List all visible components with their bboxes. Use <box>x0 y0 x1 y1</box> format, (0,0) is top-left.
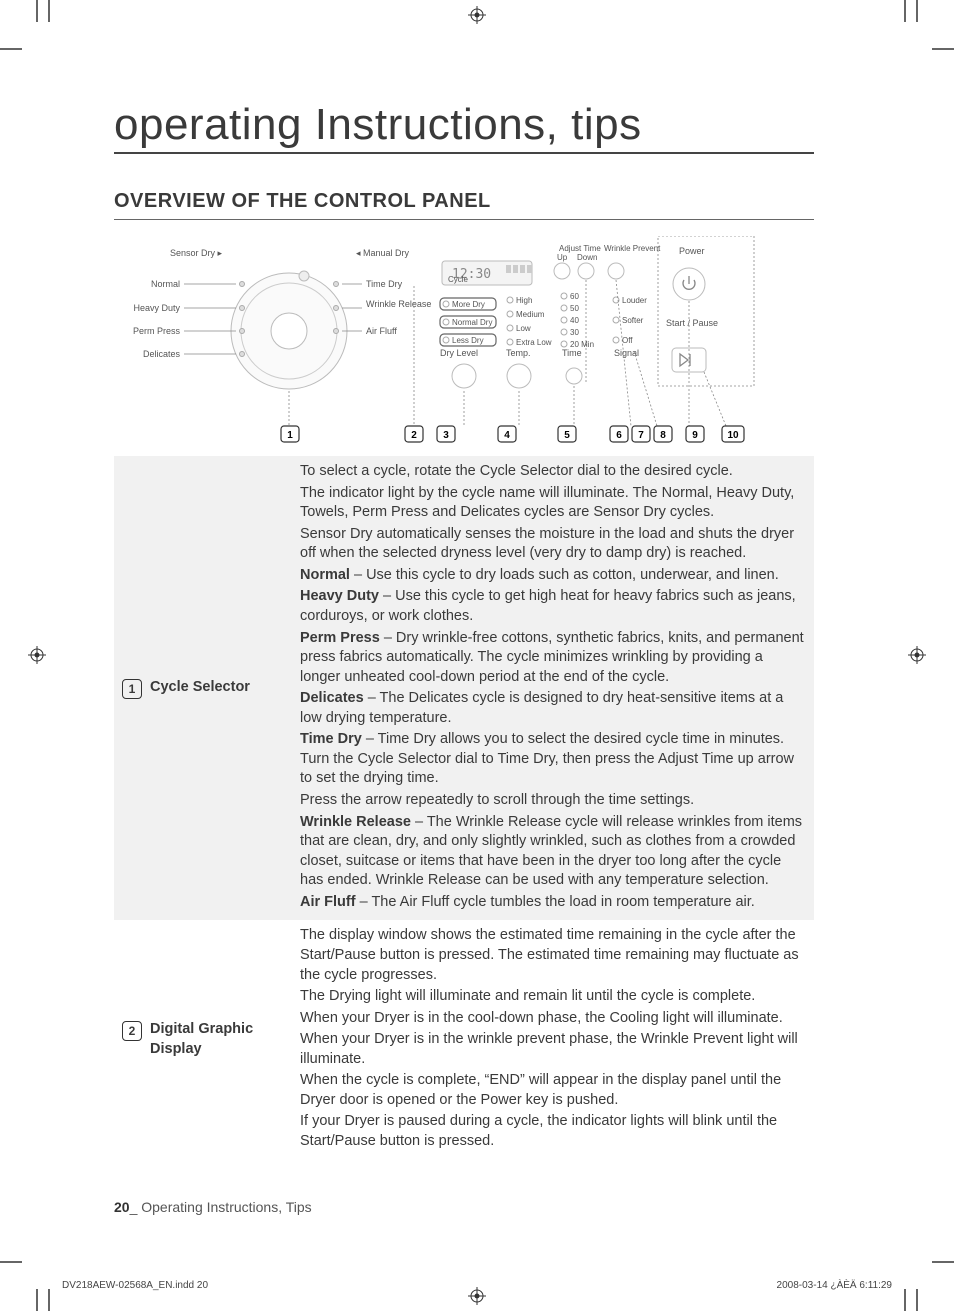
svg-text:9: 9 <box>692 430 698 441</box>
svg-text:30: 30 <box>570 328 579 337</box>
svg-text:50: 50 <box>570 304 579 313</box>
svg-text:Softer: Softer <box>622 316 644 325</box>
svg-text:Off: Off <box>622 336 633 345</box>
svg-text:High: High <box>516 296 532 305</box>
registration-mark-icon <box>28 646 46 664</box>
table-row: 1 Cycle Selector To select a cycle, rotate… <box>114 456 814 920</box>
svg-text:3: 3 <box>443 430 449 441</box>
row-description: To select a cycle, rotate the Cycle Sele… <box>292 456 814 920</box>
svg-text:1: 1 <box>287 430 293 441</box>
svg-text:Sensor Dry ▸: Sensor Dry ▸ <box>170 248 223 258</box>
svg-text:Air Fluff: Air Fluff <box>366 326 397 336</box>
row-description: The display window shows the estimated t… <box>292 920 814 1159</box>
row-label: Cycle Selector <box>150 678 250 698</box>
svg-text:Down: Down <box>577 253 597 262</box>
page-footer: 20_ Operating Instructions, Tips <box>114 1199 312 1215</box>
section-heading: OVERVIEW OF THE CONTROL PANEL <box>114 190 814 220</box>
svg-text:Wrinkle Release: Wrinkle Release <box>366 299 431 309</box>
registration-mark-icon <box>908 646 926 664</box>
svg-text:Dry Level: Dry Level <box>440 348 478 358</box>
svg-text:More Dry: More Dry <box>452 300 485 309</box>
svg-text:Heavy Duty: Heavy Duty <box>133 303 180 313</box>
svg-text:6: 6 <box>616 430 622 441</box>
page-title: operating Instructions, tips <box>114 100 814 154</box>
svg-text:Louder: Louder <box>622 296 647 305</box>
svg-text:Adjust Time: Adjust Time <box>559 244 601 253</box>
diagram-callouts: 1 2 3 4 5 6 7 8 9 10 <box>281 426 744 442</box>
svg-text:40: 40 <box>570 316 579 325</box>
svg-text:Power: Power <box>679 246 705 256</box>
svg-text:Up: Up <box>557 253 568 262</box>
svg-text:7: 7 <box>638 430 644 441</box>
description-table: 1 Cycle Selector To select a cycle, rotate… <box>114 456 814 1160</box>
svg-text:10: 10 <box>727 430 739 441</box>
control-panel-diagram: Sensor Dry ▸ ◂ Manual Dry Normal Heavy D… <box>114 236 814 446</box>
svg-text:Cycle: Cycle <box>448 275 469 284</box>
row-label: Digital Graphic Display <box>150 1020 284 1059</box>
print-metadata: DV218AEW-02568A_EN.indd 20 2008-03-14 ¿À… <box>62 1280 892 1291</box>
row-number: 1 <box>122 679 142 699</box>
svg-text:5: 5 <box>564 430 570 441</box>
svg-text:Less Dry: Less Dry <box>452 336 484 345</box>
svg-text:Perm Press: Perm Press <box>133 326 181 336</box>
svg-text:Time: Time <box>562 348 582 358</box>
svg-text:Low: Low <box>516 324 531 333</box>
svg-text:Delicates: Delicates <box>143 349 181 359</box>
svg-text:4: 4 <box>504 430 510 441</box>
svg-text:Medium: Medium <box>516 310 545 319</box>
svg-text:60: 60 <box>570 292 579 301</box>
svg-text:Temp.: Temp. <box>506 348 531 358</box>
svg-text:Normal Dry: Normal Dry <box>452 318 492 327</box>
svg-text:Wrinkle Prevent: Wrinkle Prevent <box>604 244 661 253</box>
svg-text:Normal: Normal <box>151 279 180 289</box>
row-number: 2 <box>122 1021 142 1041</box>
svg-text:8: 8 <box>660 430 666 441</box>
svg-text:Start / Pause: Start / Pause <box>666 318 718 328</box>
svg-text:◂ Manual Dry: ◂ Manual Dry <box>356 248 410 258</box>
svg-text:Time Dry: Time Dry <box>366 279 403 289</box>
svg-text:2: 2 <box>411 430 417 441</box>
table-row: 2 Digital Graphic DisplayThe display wind… <box>114 920 814 1159</box>
registration-mark-icon <box>468 6 486 24</box>
svg-text:Extra Low: Extra Low <box>516 338 552 347</box>
